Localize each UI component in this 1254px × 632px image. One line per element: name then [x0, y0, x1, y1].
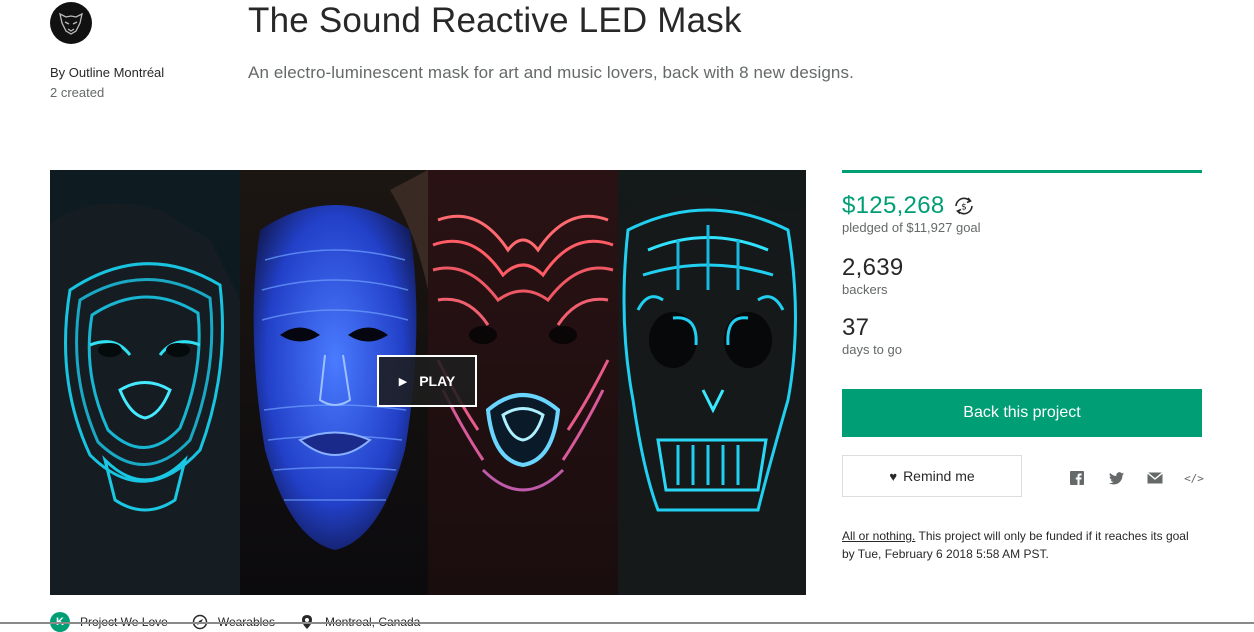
- funding-progress-fill: [842, 170, 1202, 173]
- funding-progress-bar: [842, 170, 1202, 173]
- days-to-go-label: days to go: [842, 342, 902, 357]
- twitter-icon[interactable]: [1108, 470, 1124, 486]
- creator-avatar[interactable]: [50, 2, 92, 44]
- creator-name-link[interactable]: By Outline Montréal: [50, 64, 164, 81]
- heart-icon: ♥: [889, 468, 898, 484]
- pledged-of-goal-label: pledged of $11,927 goal: [842, 220, 981, 235]
- currency-conversion-icon[interactable]: $: [953, 195, 975, 217]
- mask-image-panther: [50, 170, 240, 595]
- creator-info: By Outline Montréal 2 created: [50, 64, 164, 101]
- play-button-label: PLAY: [419, 373, 456, 389]
- funding-rule-note: All or nothing. This project will only b…: [842, 527, 1202, 563]
- remind-me-button[interactable]: ♥ Remind me: [842, 455, 1022, 497]
- email-icon[interactable]: [1147, 470, 1163, 486]
- viewport-bottom-border: [0, 622, 1254, 624]
- all-or-nothing-link[interactable]: All or nothing.: [842, 529, 915, 543]
- project-video[interactable]: ▶ PLAY: [50, 170, 806, 595]
- days-to-go-count: 37: [842, 314, 870, 341]
- panther-logo-icon: [59, 12, 83, 35]
- embed-icon[interactable]: </>: [1184, 470, 1204, 486]
- funding-stats: $125,268 $ pledged of $11,927 goal 2,639…: [842, 170, 1202, 358]
- creator-projects-count: 2 created: [50, 85, 105, 100]
- facebook-icon[interactable]: [1069, 470, 1085, 486]
- mask-image-skull: [618, 170, 806, 595]
- play-icon: ▶: [398, 375, 408, 388]
- back-this-project-button[interactable]: Back this project: [842, 389, 1202, 437]
- pledged-amount: $125,268: [842, 192, 945, 219]
- svg-text:$: $: [961, 203, 967, 213]
- project-blurb: An electro-luminescent mask for art and …: [248, 63, 854, 82]
- play-video-button[interactable]: ▶ PLAY: [377, 355, 477, 407]
- backers-count: 2,639: [842, 254, 904, 281]
- project-title: The Sound Reactive LED Mask: [248, 1, 742, 40]
- backers-label: backers: [842, 282, 888, 297]
- remind-me-label: Remind me: [903, 468, 975, 484]
